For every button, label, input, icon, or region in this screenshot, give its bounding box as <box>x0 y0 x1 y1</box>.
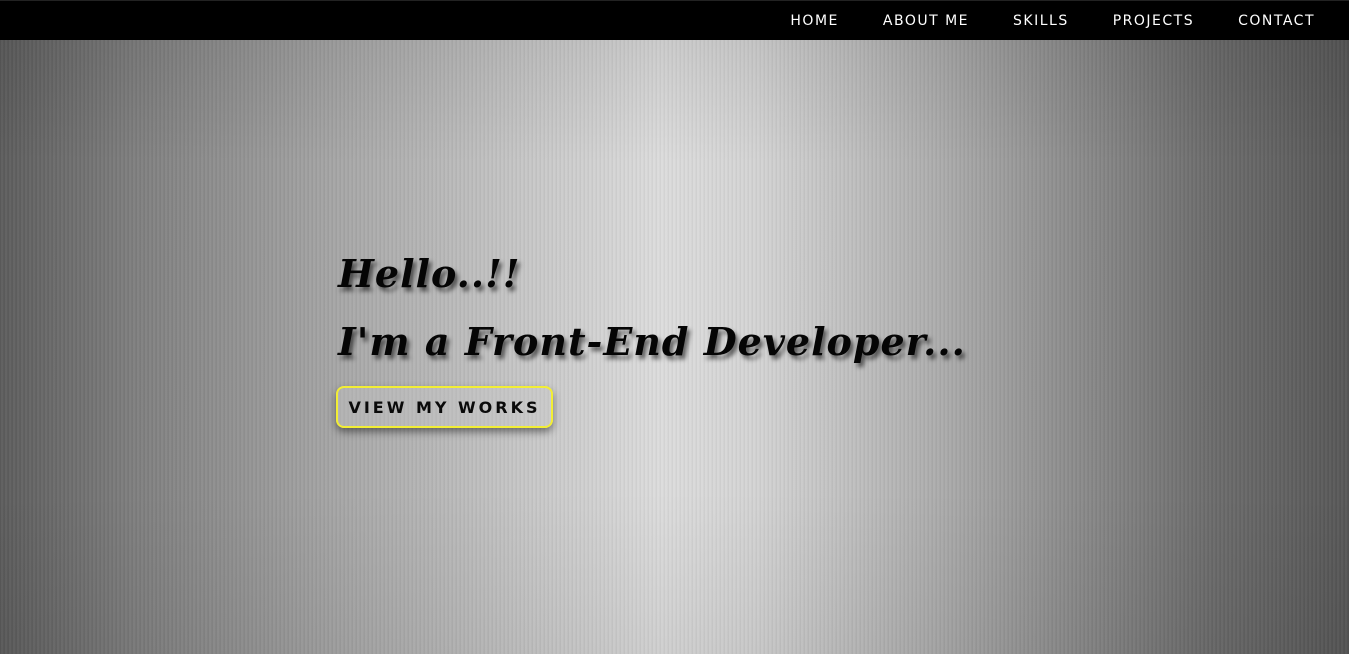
nav-item-home[interactable]: HOME <box>768 13 860 29</box>
role-headline: I'm a Front-End Developer... <box>338 319 966 364</box>
nav-item-about-me[interactable]: ABOUT ME <box>861 13 991 29</box>
nav-item-contact[interactable]: CONTACT <box>1216 13 1337 29</box>
nav-item-projects[interactable]: PROJECTS <box>1091 13 1216 29</box>
nav-item-skills[interactable]: SKILLS <box>991 13 1091 29</box>
top-navbar: HOME ABOUT ME SKILLS PROJECTS CONTACT <box>0 0 1349 40</box>
view-my-works-button[interactable]: VIEW MY WORKS <box>336 386 553 428</box>
greeting-headline: Hello..!! <box>338 251 521 296</box>
nav-menu: HOME ABOUT ME SKILLS PROJECTS CONTACT <box>768 1 1337 41</box>
hero-greeting: Hello..!! I'm a Front-End Developer... <box>338 240 966 376</box>
